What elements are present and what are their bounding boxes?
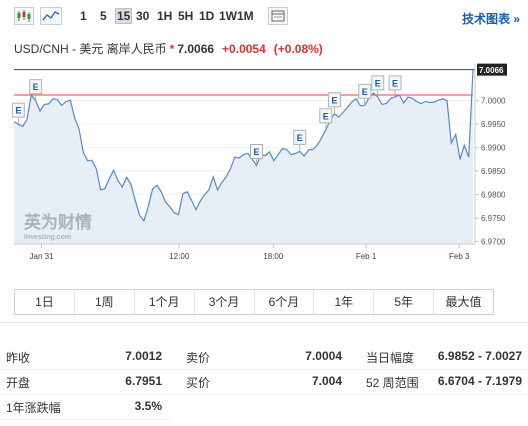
y-tick-label: 7.0066 [479,66,504,75]
range-6m[interactable]: 6个月 [255,290,315,314]
x-tick-label: Feb 3 [449,252,470,261]
row-divider [0,394,528,395]
event-marker-label: E [297,133,303,143]
ask-label: 卖价 [186,351,211,365]
52-week-range-label: 52 周范围 [366,376,419,390]
52-week-range-value: 6.6704 - 7.1979 [437,374,522,388]
period-5[interactable]: 5 [100,9,107,23]
ask-value: 7.0004 [305,349,342,363]
period-1m[interactable]: 1M [237,9,254,23]
event-marker-label: E [331,95,337,105]
x-tick-label: Jan 31 [30,252,55,261]
y-tick-label: 6.9800 [481,191,506,200]
one-year-change-value: 3.5% [134,399,162,413]
instrument-name: USD/CNH - 美元 离岸人民币 [14,42,167,56]
event-marker-label: E [362,87,368,97]
period-1[interactable]: 1 [80,9,87,23]
x-axis-ticks: Jan 31 12:00 18:00 Feb 1 Feb 3 [30,244,470,261]
y-tick-label: 6.9700 [481,238,506,247]
range-selector: 1日 1周 1个月 3个月 6个月 1年 5年 最大值 [14,289,494,315]
period-30[interactable]: 30 [136,9,149,23]
last-price: 7.0066 [177,42,215,56]
y-tick-label: 7.0000 [481,97,506,106]
range-1w[interactable]: 1周 [75,290,135,314]
row-divider [0,369,528,370]
period-15[interactable]: 15 [115,8,133,24]
x-tick-label: 12:00 [169,252,190,261]
quote-header: USD/CNH - 美元 离岸人民币 * 7.0066 +0.0054 (+0.08%) [14,40,323,57]
event-marker-label: E [15,106,21,116]
y-axis-ticks: 7.0066 7.0000 6.9950 6.9900 6.9850 6.9800 6.97… [475,63,507,247]
open-label: 开盘 [6,376,31,390]
y-tick-label: 6.9900 [481,144,506,153]
event-marker-label: E [375,78,381,88]
watermark-text: 英为财情 [24,212,92,233]
range-1m[interactable]: 1个月 [135,290,195,314]
delayed-star: * [169,42,175,56]
y-tick-label: 6.9850 [481,167,506,176]
line-chart-icon[interactable] [40,7,62,25]
period-1d[interactable]: 1D [199,9,214,23]
table-view-icon[interactable] [268,7,288,25]
price-change: +0.0054 [222,42,266,56]
day-range-label: 当日幅度 [366,351,415,365]
x-tick-label: Feb 1 [356,252,377,261]
stats-row: 1年涨跌幅 3.5% [0,399,528,424]
event-marker-label: E [392,78,398,88]
price-change-percent: (+0.08%) [273,42,323,56]
period-1w[interactable]: 1W [219,9,237,23]
y-tick-label: 6.9950 [481,120,506,129]
event-marker-label: E [33,82,39,92]
event-marker-label: E [323,111,329,121]
range-max[interactable]: 最大值 [434,290,493,314]
range-5y[interactable]: 5年 [374,290,435,314]
day-range-value: 6.9852 - 7.0027 [437,349,522,363]
range-1d[interactable]: 1日 [15,290,75,314]
price-chart[interactable]: 英为财情 Investing.com EEEEEEEE E 7.00667.000… [0,58,528,268]
section-divider [0,322,528,323]
prev-close-label: 昨收 [6,351,31,365]
prev-close-value: 7.0012 [125,349,162,363]
stats-row: 昨收 7.0012 卖价 7.0004 当日幅度 6.9852 - 7.0027 [0,349,528,374]
y-tick-label: 6.9750 [481,214,506,223]
period-1h[interactable]: 1H [157,9,172,23]
technical-chart-link[interactable]: 技术图表 » [462,10,520,27]
row-divider [0,419,170,420]
candlestick-chart-icon[interactable] [14,7,34,25]
stats-row: 开盘 6.7951 买价 7.004 52 周范围 6.6704 - 7.197… [0,374,528,399]
event-marker-label: E [253,147,259,157]
x-tick-label: 18:00 [263,252,284,261]
period-5h[interactable]: 5H [178,9,193,23]
bid-label: 买价 [186,376,211,390]
range-1y[interactable]: 1年 [314,290,375,314]
one-year-change-label: 1年涨跌幅 [6,401,61,415]
watermark-subtext: Investing.com [24,234,71,241]
chart-toolbar: 1 5 15 30 1H 5H 1D 1W 1M 技术图表 » [6,6,520,28]
range-3m[interactable]: 3个月 [195,290,255,314]
bid-value: 7.004 [311,374,342,388]
open-value: 6.7951 [125,374,162,388]
